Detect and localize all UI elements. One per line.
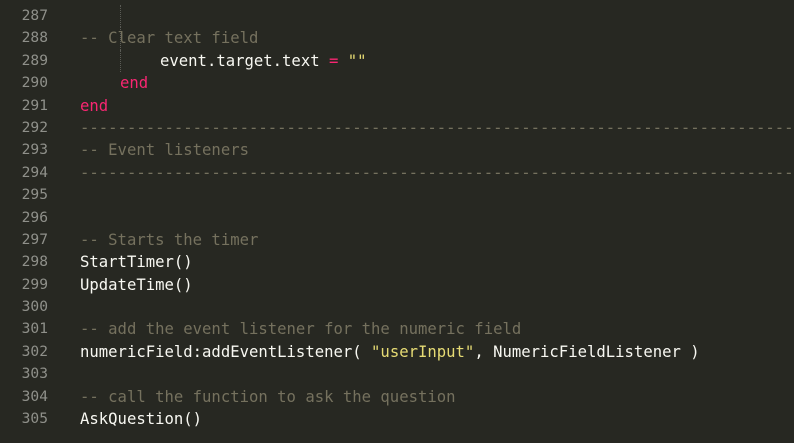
code-text: numericField:addEventListener( "userInpu… [80,341,700,363]
code-line[interactable]: 289 event.target.text = "" [0,49,794,73]
code-line[interactable]: 299 UpdateTime() [0,274,794,296]
code-line[interactable]: 302 numericField:addEventListener( "userI… [0,341,794,363]
line-number: 302 [21,342,48,360]
indent-guide [120,5,121,28]
code-line[interactable]: 288 -- Clear text field [0,27,794,50]
code-line[interactable]: 297 -- Starts the timer [0,229,794,251]
code-text: -- Starts the timer [80,229,258,251]
line-number: 289 [21,51,48,69]
code-line[interactable]: 301 -- add the event listener for the num… [0,318,794,340]
code-line[interactable]: 291 end [0,95,794,117]
line-number: 293 [21,141,48,159]
code-token-plain: , NumericFieldListener ) [474,342,700,361]
code-token-keyword: end [80,96,109,115]
code-line[interactable]: 304 -- call the function to ask the quest… [0,386,794,408]
code-token-plain: UpdateTime() [80,275,193,294]
code-line[interactable]: 303 [0,363,794,385]
code-text: ----------------------------------------… [80,117,794,139]
code-token-comment: -- Starts the timer [80,230,259,249]
code-token-comment: -- call the function to ask the question [80,387,456,406]
line-number: 288 [21,29,48,47]
code-token-plain: numericField:addEventListener( [80,342,372,361]
code-token-comment: -- Clear text field [80,29,259,48]
line-number: 296 [21,208,48,226]
line-number: 299 [21,275,48,293]
code-token-plain: StartTimer() [80,253,193,272]
code-line[interactable]: 287 [0,5,794,28]
code-text: end [120,72,148,94]
code-text: end [80,95,108,117]
code-text: UpdateTime() [80,274,193,296]
code-line[interactable]: 292 -------------------------------------… [0,117,794,139]
code-text: StartTimer() [80,251,193,273]
indent-guide [120,49,121,73]
code-text: -- call the function to ask the question [80,386,456,408]
code-text: AskQuestion() [80,408,202,430]
code-line[interactable]: 298 StartTimer() [0,251,794,273]
code-text: -- add the event listener for the numeri… [80,318,521,340]
code-token-string: "userInput" [371,342,475,361]
line-number: 301 [21,320,48,338]
code-token-comment: -- add the event listener for the numeri… [80,320,522,339]
line-number: 290 [21,74,48,92]
code-text: event.target.text = "" [160,50,367,72]
code-token-op: = [329,51,339,70]
code-line[interactable]: 295 [0,184,794,206]
code-token-string: "" [347,51,367,70]
code-line[interactable]: 305 AskQuestion() [0,408,794,430]
code-token-keyword: end [120,74,149,93]
code-token-plain: AskQuestion() [80,410,203,429]
code-token-dash: ----------------------------------------… [80,118,794,137]
line-number: 292 [21,118,48,136]
code-token-comment: -- Event listeners [80,141,249,160]
line-number: 303 [21,365,48,383]
line-number: 294 [21,163,48,181]
code-text: -- Clear text field [80,27,258,49]
line-number: 305 [21,410,48,428]
line-number: 304 [21,387,48,405]
line-number: 297 [21,230,48,248]
code-line[interactable]: 296 [0,207,794,229]
code-line[interactable]: 294 -------------------------------------… [0,162,794,184]
code-line[interactable]: 300 [0,296,794,318]
line-number: 291 [21,96,48,114]
code-line[interactable]: 293 -- Event listeners [0,139,794,161]
line-number: 295 [21,186,48,204]
code-text: -- Event listeners [80,139,249,161]
code-text: ----------------------------------------… [80,162,794,184]
code-token-plain: event.target.text [160,51,329,70]
code-editor[interactable]: 287 288 -- Clear text field 289 event.target… [0,5,794,430]
line-number: 298 [21,253,48,271]
code-token-dash: ----------------------------------------… [80,163,794,182]
code-line[interactable]: 290 end [0,72,794,94]
line-number: 287 [21,7,48,24]
line-number: 300 [21,298,48,316]
